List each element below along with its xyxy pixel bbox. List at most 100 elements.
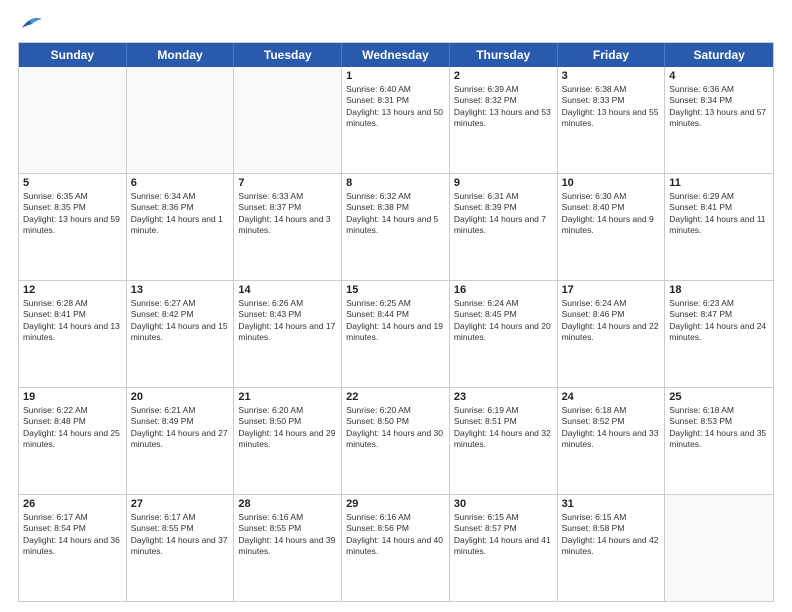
cell-info: Sunrise: 6:18 AMSunset: 8:53 PMDaylight:…	[669, 405, 769, 451]
sunrise-text: Sunrise: 6:39 AM	[454, 84, 519, 94]
daylight-text: Daylight: 14 hours and 3 minutes.	[238, 214, 330, 235]
calendar-cell-11: 11Sunrise: 6:29 AMSunset: 8:41 PMDayligh…	[665, 174, 773, 280]
daylight-text: Daylight: 14 hours and 7 minutes.	[454, 214, 546, 235]
day-number: 30	[454, 498, 553, 510]
day-number: 3	[562, 70, 661, 82]
calendar-cell-25: 25 Sunrise: 6:18 AMSunset: 8:53 PMDayligh…	[665, 388, 773, 494]
sunset-text: Sunset: 8:53 PM	[669, 416, 732, 426]
calendar-body: 1Sunrise: 6:40 AMSunset: 8:31 PMDaylight…	[19, 67, 773, 601]
sunrise-text: Sunrise: 6:29 AM	[669, 191, 734, 201]
calendar: SundayMondayTuesdayWednesdayThursdayFrid…	[18, 42, 774, 602]
sunrise-text: Sunrise: 6:16 AM	[238, 512, 303, 522]
sunrise-text: Sunrise: 6:15 AM	[454, 512, 519, 522]
day-number: 27	[131, 498, 230, 510]
sunset-text: Sunset: 8:52 PM	[562, 416, 625, 426]
sunrise-text: Sunrise: 6:15 AM	[562, 512, 627, 522]
daylight-text: Daylight: 14 hours and 17 minutes.	[238, 321, 335, 342]
day-of-week-friday: Friday	[558, 43, 666, 67]
cell-info: Sunrise: 6:16 AMSunset: 8:56 PMDaylight:…	[346, 512, 445, 558]
daylight-text: Daylight: 13 hours and 57 minutes.	[669, 107, 766, 128]
calendar-cell-21: 21Sunrise: 6:20 AMSunset: 8:50 PMDayligh…	[234, 388, 342, 494]
calendar-cell-3: 3 Sunrise: 6:38 AMSunset: 8:33 PMDaylight…	[558, 67, 666, 173]
calendar-cell-28: 28Sunrise: 6:16 AMSunset: 8:55 PMDayligh…	[234, 495, 342, 601]
cell-info: Sunrise: 6:38 AMSunset: 8:33 PMDaylight:…	[562, 84, 661, 130]
sunset-text: Sunset: 8:50 PM	[346, 416, 409, 426]
daylight-text: Daylight: 14 hours and 19 minutes.	[346, 321, 443, 342]
sunset-text: Sunset: 8:37 PM	[238, 202, 301, 212]
cell-info: Sunrise: 6:22 AMSunset: 8:48 PMDaylight:…	[23, 405, 122, 451]
calendar-cell-29: 29Sunrise: 6:16 AMSunset: 8:56 PMDayligh…	[342, 495, 450, 601]
calendar-week-5: 26Sunrise: 6:17 AMSunset: 8:54 PMDayligh…	[19, 495, 773, 601]
sunrise-text: Sunrise: 6:24 AM	[562, 298, 627, 308]
calendar-cell-18: 18Sunrise: 6:23 AMSunset: 8:47 PMDayligh…	[665, 281, 773, 387]
sunrise-text: Sunrise: 6:38 AM	[562, 84, 627, 94]
daylight-text: Daylight: 14 hours and 24 minutes.	[669, 321, 766, 342]
cell-info: Sunrise: 6:30 AMSunset: 8:40 PMDaylight:…	[562, 191, 661, 237]
sunset-text: Sunset: 8:35 PM	[23, 202, 86, 212]
calendar-page: SundayMondayTuesdayWednesdayThursdayFrid…	[0, 0, 792, 612]
calendar-week-1: 1Sunrise: 6:40 AMSunset: 8:31 PMDaylight…	[19, 67, 773, 174]
sunset-text: Sunset: 8:41 PM	[669, 202, 732, 212]
sunset-text: Sunset: 8:32 PM	[454, 95, 517, 105]
day-number: 28	[238, 498, 337, 510]
sunrise-text: Sunrise: 6:23 AM	[669, 298, 734, 308]
logo	[18, 16, 42, 34]
day-of-week-saturday: Saturday	[665, 43, 773, 67]
sunset-text: Sunset: 8:42 PM	[131, 309, 194, 319]
calendar-cell-17: 17 Sunrise: 6:24 AMSunset: 8:46 PMDayligh…	[558, 281, 666, 387]
daylight-text: Daylight: 14 hours and 5 minutes.	[346, 214, 438, 235]
sunset-text: Sunset: 8:39 PM	[454, 202, 517, 212]
sunrise-text: Sunrise: 6:28 AM	[23, 298, 88, 308]
day-number: 25	[669, 391, 769, 403]
day-number: 8	[346, 177, 445, 189]
cell-info: Sunrise: 6:34 AMSunset: 8:36 PMDaylight:…	[131, 191, 230, 237]
day-number: 17	[562, 284, 661, 296]
sunrise-text: Sunrise: 6:24 AM	[454, 298, 519, 308]
cell-info: Sunrise: 6:35 AMSunset: 8:35 PMDaylight:…	[23, 191, 122, 237]
sunrise-text: Sunrise: 6:32 AM	[346, 191, 411, 201]
day-number: 26	[23, 498, 122, 510]
cell-info: Sunrise: 6:17 AMSunset: 8:55 PMDaylight:…	[131, 512, 230, 558]
daylight-text: Daylight: 14 hours and 22 minutes.	[562, 321, 659, 342]
day-number: 12	[23, 284, 122, 296]
calendar-cell-5: 5Sunrise: 6:35 AMSunset: 8:35 PMDaylight…	[19, 174, 127, 280]
cell-info: Sunrise: 6:23 AMSunset: 8:47 PM Daylight:…	[669, 298, 769, 344]
sunrise-text: Sunrise: 6:17 AM	[131, 512, 196, 522]
day-of-week-monday: Monday	[127, 43, 235, 67]
cell-info: Sunrise: 6:27 AMSunset: 8:42 PMDaylight:…	[131, 298, 230, 344]
daylight-text: Daylight: 14 hours and 36 minutes.	[23, 535, 120, 556]
daylight-text: Daylight: 14 hours and 25 minutes.	[23, 428, 120, 449]
sunrise-text: Sunrise: 6:18 AM	[562, 405, 627, 415]
daylight-text: Daylight: 14 hours and 30 minutes.	[346, 428, 443, 449]
sunset-text: Sunset: 8:47 PM	[669, 309, 732, 319]
cell-info: Sunrise: 6:24 AMSunset: 8:46 PMDaylight:…	[562, 298, 661, 344]
sunset-text: Sunset: 8:40 PM	[562, 202, 625, 212]
calendar-cell-10: 10Sunrise: 6:30 AMSunset: 8:40 PMDayligh…	[558, 174, 666, 280]
sunrise-text: Sunrise: 6:21 AM	[131, 405, 196, 415]
sunset-text: Sunset: 8:36 PM	[131, 202, 194, 212]
calendar-cell-empty	[665, 495, 773, 601]
daylight-text: Daylight: 14 hours and 20 minutes.	[454, 321, 551, 342]
calendar-cell-14: 14Sunrise: 6:26 AMSunset: 8:43 PMDayligh…	[234, 281, 342, 387]
cell-info: Sunrise: 6:25 AMSunset: 8:44 PMDaylight:…	[346, 298, 445, 344]
sunset-text: Sunset: 8:31 PM	[346, 95, 409, 105]
day-number: 31	[562, 498, 661, 510]
day-number: 20	[131, 391, 230, 403]
calendar-header: SundayMondayTuesdayWednesdayThursdayFrid…	[19, 43, 773, 67]
daylight-text: Daylight: 14 hours and 37 minutes.	[131, 535, 228, 556]
sunrise-text: Sunrise: 6:33 AM	[238, 191, 303, 201]
day-number: 4	[669, 70, 769, 82]
day-number: 2	[454, 70, 553, 82]
sunset-text: Sunset: 8:45 PM	[454, 309, 517, 319]
sunset-text: Sunset: 8:48 PM	[23, 416, 86, 426]
calendar-cell-15: 15Sunrise: 6:25 AMSunset: 8:44 PMDayligh…	[342, 281, 450, 387]
daylight-text: Daylight: 14 hours and 9 minutes.	[562, 214, 654, 235]
day-number: 16	[454, 284, 553, 296]
day-number: 23	[454, 391, 553, 403]
cell-info: Sunrise: 6:40 AMSunset: 8:31 PMDaylight:…	[346, 84, 445, 130]
daylight-text: Daylight: 14 hours and 13 minutes.	[23, 321, 120, 342]
daylight-text: Daylight: 13 hours and 53 minutes.	[454, 107, 551, 128]
sunset-text: Sunset: 8:33 PM	[562, 95, 625, 105]
sunrise-text: Sunrise: 6:31 AM	[454, 191, 519, 201]
calendar-cell-6: 6Sunrise: 6:34 AMSunset: 8:36 PMDaylight…	[127, 174, 235, 280]
